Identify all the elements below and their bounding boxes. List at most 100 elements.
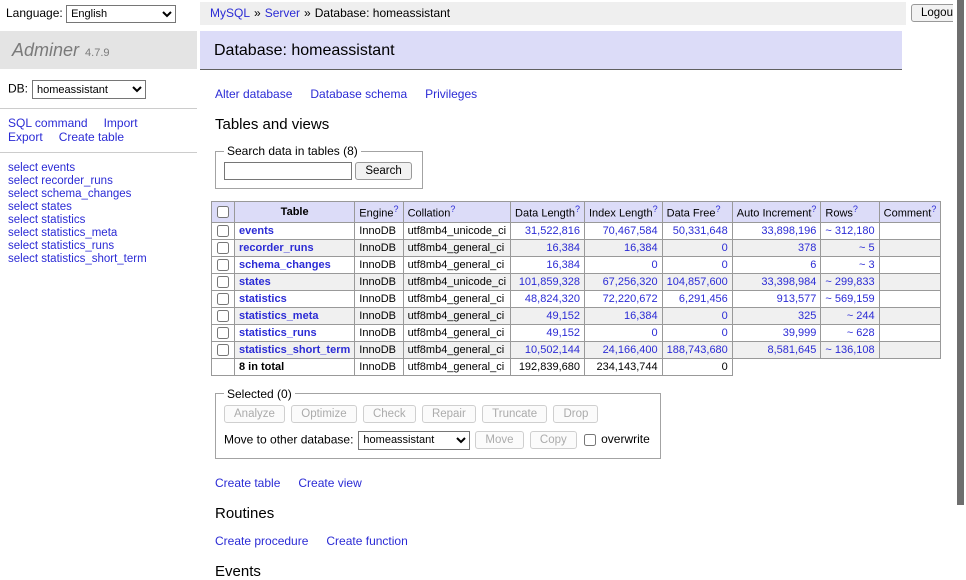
sidebar-item-create-table[interactable]: Create table bbox=[59, 130, 124, 144]
rows-count-link[interactable]: ~ 3 bbox=[859, 259, 875, 271]
scrollbar-thumb[interactable] bbox=[957, 0, 964, 505]
data-length-link[interactable]: 48,824,320 bbox=[525, 293, 580, 305]
index-length-link[interactable]: 0 bbox=[652, 327, 658, 339]
table-name-link[interactable]: statistics bbox=[239, 293, 287, 305]
data-free-link[interactable]: 0 bbox=[722, 242, 728, 254]
data-length-link[interactable]: 16,384 bbox=[546, 259, 580, 271]
sidebar-item-select-statistics[interactable]: select statistics bbox=[8, 214, 189, 227]
auto-increment-link[interactable]: 33,898,196 bbox=[761, 225, 816, 237]
sidebar-item-select-schema-changes[interactable]: select schema_changes bbox=[8, 188, 189, 201]
data-length-link[interactable]: 16,384 bbox=[546, 242, 580, 254]
data-free-link[interactable]: 188,743,680 bbox=[667, 344, 728, 356]
database-schema-link[interactable]: Database schema bbox=[310, 87, 407, 101]
truncate-button[interactable]: Truncate bbox=[482, 405, 547, 423]
sidebar-item-select-statistics-runs[interactable]: select statistics_runs bbox=[8, 240, 189, 253]
overwrite-checkbox[interactable] bbox=[584, 434, 596, 446]
sidebar-item-select-statistics-short-term[interactable]: select statistics_short_term bbox=[8, 253, 189, 266]
move-button[interactable]: Move bbox=[475, 431, 523, 449]
create-function-link[interactable]: Create function bbox=[326, 534, 407, 548]
create-view-link[interactable]: Create view bbox=[298, 476, 361, 490]
sidebar-item-import[interactable]: Import bbox=[104, 116, 138, 130]
index-length-link[interactable]: 70,467,584 bbox=[603, 225, 658, 237]
rows-count-link[interactable]: ~ 569,159 bbox=[825, 293, 874, 305]
breadcrumb-server-link[interactable]: Server bbox=[265, 6, 300, 20]
auto-increment-help-link[interactable]: ? bbox=[811, 204, 816, 214]
table-name-link[interactable]: states bbox=[239, 276, 271, 288]
index-length-help-link[interactable]: ? bbox=[653, 204, 658, 214]
alter-database-link[interactable]: Alter database bbox=[215, 87, 292, 101]
row-checkbox[interactable] bbox=[217, 293, 229, 305]
auto-increment-link[interactable]: 6 bbox=[810, 259, 816, 271]
index-length-link[interactable]: 0 bbox=[652, 259, 658, 271]
rows-count-link[interactable]: ~ 5 bbox=[859, 242, 875, 254]
data-length-link[interactable]: 101,859,328 bbox=[519, 276, 580, 288]
privileges-link[interactable]: Privileges bbox=[425, 87, 477, 101]
index-length-link[interactable]: 67,256,320 bbox=[603, 276, 658, 288]
select-all-checkbox[interactable] bbox=[217, 206, 229, 218]
auto-increment-link[interactable]: 325 bbox=[798, 310, 816, 322]
rows-count-link[interactable]: ~ 299,833 bbox=[825, 276, 874, 288]
data-length-link[interactable]: 31,522,816 bbox=[525, 225, 580, 237]
data-length-link[interactable]: 10,502,144 bbox=[525, 344, 580, 356]
db-select[interactable]: homeassistant bbox=[32, 80, 146, 99]
row-checkbox[interactable] bbox=[217, 344, 229, 356]
move-database-select[interactable]: homeassistant bbox=[358, 431, 470, 450]
row-checkbox[interactable] bbox=[217, 225, 229, 237]
row-checkbox[interactable] bbox=[217, 259, 229, 271]
repair-button[interactable]: Repair bbox=[422, 405, 476, 423]
check-button[interactable]: Check bbox=[363, 405, 416, 423]
table-name-link[interactable]: recorder_runs bbox=[239, 242, 314, 254]
rows-help-link[interactable]: ? bbox=[853, 204, 858, 214]
data-free-link[interactable]: 50,331,648 bbox=[673, 225, 728, 237]
data-free-link[interactable]: 104,857,600 bbox=[667, 276, 728, 288]
comment-help-link[interactable]: ? bbox=[931, 204, 936, 214]
sidebar-item-select-recorder-runs[interactable]: select recorder_runs bbox=[8, 175, 189, 188]
search-input[interactable] bbox=[224, 162, 352, 180]
sidebar-item-select-states[interactable]: select states bbox=[8, 201, 189, 214]
data-free-link[interactable]: 6,291,456 bbox=[679, 293, 728, 305]
index-length-link[interactable]: 24,166,400 bbox=[603, 344, 658, 356]
vertical-scrollbar[interactable] bbox=[953, 0, 966, 543]
data-length-help-link[interactable]: ? bbox=[575, 204, 580, 214]
index-length-link[interactable]: 72,220,672 bbox=[603, 293, 658, 305]
table-name-link[interactable]: events bbox=[239, 225, 274, 237]
optimize-button[interactable]: Optimize bbox=[291, 405, 356, 423]
copy-button[interactable]: Copy bbox=[530, 431, 577, 449]
language-select[interactable]: English bbox=[66, 5, 176, 23]
drop-button[interactable]: Drop bbox=[553, 405, 598, 423]
breadcrumb-mysql-link[interactable]: MySQL bbox=[210, 6, 250, 20]
collation-help-link[interactable]: ? bbox=[450, 204, 455, 214]
table-name-link[interactable]: statistics_meta bbox=[239, 310, 319, 322]
row-checkbox[interactable] bbox=[217, 327, 229, 339]
analyze-button[interactable]: Analyze bbox=[224, 405, 285, 423]
table-name-link[interactable]: statistics_short_term bbox=[239, 344, 350, 356]
index-length-link[interactable]: 16,384 bbox=[624, 310, 658, 322]
sidebar-item-select-statistics-meta[interactable]: select statistics_meta bbox=[8, 227, 189, 240]
auto-increment-link[interactable]: 8,581,645 bbox=[767, 344, 816, 356]
auto-increment-link[interactable]: 913,577 bbox=[777, 293, 817, 305]
data-length-link[interactable]: 49,152 bbox=[546, 310, 580, 322]
row-checkbox[interactable] bbox=[217, 276, 229, 288]
rows-count-link[interactable]: ~ 312,180 bbox=[825, 225, 874, 237]
data-length-link[interactable]: 49,152 bbox=[546, 327, 580, 339]
table-name-link[interactable]: statistics_runs bbox=[239, 327, 317, 339]
index-length-link[interactable]: 16,384 bbox=[624, 242, 658, 254]
table-name-link[interactable]: schema_changes bbox=[239, 259, 331, 271]
auto-increment-link[interactable]: 378 bbox=[798, 242, 816, 254]
auto-increment-link[interactable]: 33,398,984 bbox=[761, 276, 816, 288]
rows-count-link[interactable]: ~ 628 bbox=[847, 327, 875, 339]
data-free-link[interactable]: 0 bbox=[722, 310, 728, 322]
create-procedure-link[interactable]: Create procedure bbox=[215, 534, 308, 548]
data-free-link[interactable]: 0 bbox=[722, 259, 728, 271]
data-free-help-link[interactable]: ? bbox=[716, 204, 721, 214]
row-checkbox[interactable] bbox=[217, 310, 229, 322]
search-button[interactable]: Search bbox=[355, 162, 411, 180]
auto-increment-link[interactable]: 39,999 bbox=[783, 327, 817, 339]
rows-count-link[interactable]: ~ 244 bbox=[847, 310, 875, 322]
sidebar-item-select-events[interactable]: select events bbox=[8, 162, 189, 175]
create-table-link[interactable]: Create table bbox=[215, 476, 280, 490]
row-checkbox[interactable] bbox=[217, 242, 229, 254]
rows-count-link[interactable]: ~ 136,108 bbox=[825, 344, 874, 356]
engine-help-link[interactable]: ? bbox=[394, 204, 399, 214]
sidebar-item-sql-command[interactable]: SQL command bbox=[8, 116, 88, 130]
